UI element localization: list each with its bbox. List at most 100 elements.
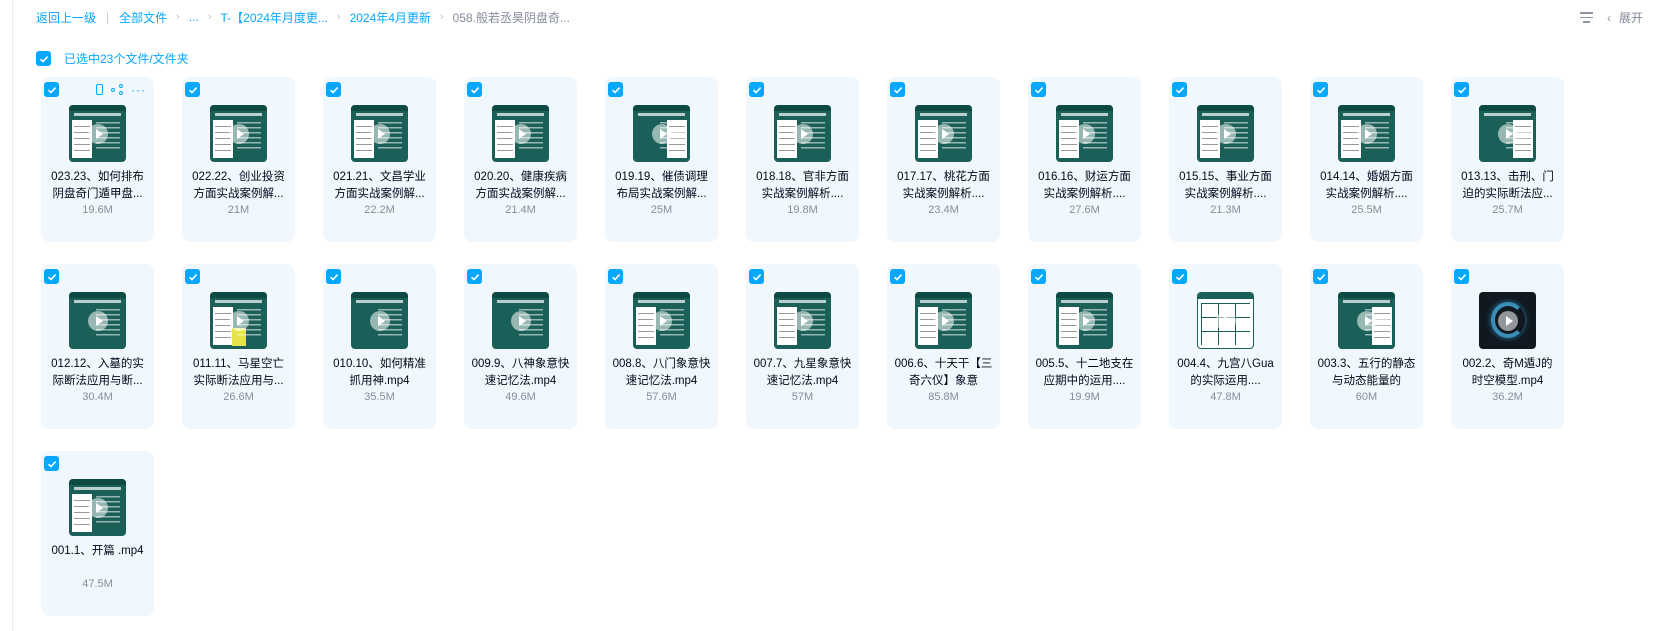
file-card[interactable]: 003.3、五行的静态与动态能量的 60M <box>1310 264 1423 429</box>
file-card[interactable]: 021.21、文昌学业方面实战案例解... 22.2M <box>323 77 436 242</box>
expand-button[interactable]: ‹ 展开 <box>1607 9 1643 26</box>
breadcrumb-level1[interactable]: T-【2024年月度更... <box>221 9 328 26</box>
file-card[interactable]: 001.1、开篇 .mp4 47.5M <box>41 451 154 616</box>
share-icon[interactable] <box>111 84 123 95</box>
check-icon <box>188 273 197 281</box>
file-checkbox[interactable] <box>1172 269 1187 284</box>
check-icon <box>47 273 56 281</box>
file-checkbox[interactable] <box>44 456 59 471</box>
file-card[interactable]: 007.7、九星象意快速记忆法.mp4 57M <box>746 264 859 429</box>
play-icon <box>87 497 108 518</box>
check-icon <box>329 86 338 94</box>
breadcrumb-ellipsis[interactable]: ... <box>189 10 199 24</box>
file-card[interactable]: 009.9、八神象意快速记忆法.mp4 49.6M <box>464 264 577 429</box>
breadcrumb: 返回上一级 | 全部文件 › ... › T-【2024年月度更... › 20… <box>36 9 1643 25</box>
thumb-header <box>492 292 549 298</box>
file-card[interactable]: 020.20、健康疾病方面实战案例解... 21.4M <box>464 77 577 242</box>
file-checkbox[interactable] <box>467 269 482 284</box>
file-checkbox[interactable] <box>1031 82 1046 97</box>
file-checkbox[interactable] <box>749 82 764 97</box>
file-card[interactable]: 005.5、十二地支在应期中的运用.... 19.9M <box>1028 264 1141 429</box>
file-checkbox[interactable] <box>326 82 341 97</box>
file-checkbox[interactable] <box>467 82 482 97</box>
file-size: 30.4M <box>82 391 113 403</box>
file-size: 26.6M <box>223 391 254 403</box>
check-icon <box>1034 273 1043 281</box>
file-size: 47.5M <box>82 578 113 590</box>
file-card[interactable]: 019.19、催债调理布局实战案例解... 25M <box>605 77 718 242</box>
video-thumbnail <box>915 292 972 349</box>
thumb-header <box>774 292 831 298</box>
file-checkbox[interactable] <box>1454 82 1469 97</box>
thumb-header <box>915 292 972 298</box>
breadcrumb-divider: | <box>106 10 110 24</box>
file-checkbox[interactable] <box>1454 269 1469 284</box>
thumb-title-line <box>1202 113 1249 116</box>
file-name: 011.11、马星空亡实际断法应用与... <box>193 358 284 387</box>
file-name: 014.14、婚姻方面实战案例解析.... <box>1320 171 1413 200</box>
file-card[interactable]: 011.11、马星空亡实际断法应用与... 26.6M <box>182 264 295 429</box>
file-checkbox[interactable] <box>890 82 905 97</box>
file-checkbox[interactable] <box>1172 82 1187 97</box>
check-icon <box>893 273 902 281</box>
file-card[interactable]: 016.16、财运方面实战案例解析.... 27.6M <box>1028 77 1141 242</box>
file-checkbox[interactable] <box>326 269 341 284</box>
select-all-checkbox[interactable] <box>36 51 51 66</box>
back-link[interactable]: 返回上一级 <box>36 9 96 26</box>
file-name: 018.18、官非方面实战案例解析.... <box>756 171 849 200</box>
more-icon[interactable]: ··· <box>131 84 146 96</box>
file-checkbox[interactable] <box>185 82 200 97</box>
file-size: 25M <box>650 204 673 216</box>
check-icon <box>1457 86 1466 94</box>
file-checkbox[interactable] <box>608 82 623 97</box>
video-thumbnail <box>351 292 408 349</box>
video-thumbnail <box>1197 105 1254 162</box>
file-card[interactable]: 014.14、婚姻方面实战案例解析.... 25.5M <box>1310 77 1423 242</box>
file-card[interactable]: 023.23、如何排布阴盘奇门遁甲盘... 19.6M ··· <box>41 77 154 242</box>
thumb-title-line <box>638 300 685 303</box>
file-name: 022.22、创业投资方面实战案例解... <box>192 171 285 200</box>
file-checkbox[interactable] <box>1313 82 1328 97</box>
file-checkbox[interactable] <box>1313 269 1328 284</box>
check-icon <box>188 86 197 94</box>
file-checkbox[interactable] <box>44 269 59 284</box>
file-card[interactable]: 018.18、官非方面实战案例解析.... 19.8M <box>746 77 859 242</box>
file-card[interactable]: 002.2、奇M遁J的时空模型.mp4 36.2M <box>1451 264 1564 429</box>
file-checkbox[interactable] <box>44 82 59 97</box>
thumb-title-line <box>1484 113 1531 116</box>
file-card[interactable]: 013.13、击刑、门迫的实际断法应... 25.7M <box>1451 77 1564 242</box>
thumb-title-line <box>215 300 262 303</box>
breadcrumb-root[interactable]: 全部文件 <box>119 9 167 26</box>
file-card[interactable]: 022.22、创业投资方面实战案例解... 21M <box>182 77 295 242</box>
video-thumbnail <box>1056 105 1113 162</box>
file-name: 015.15、事业方面实战案例解析.... <box>1179 171 1272 200</box>
check-icon <box>752 273 761 281</box>
thumb-title-line <box>497 300 544 303</box>
file-checkbox[interactable] <box>608 269 623 284</box>
file-name: 002.2、奇M遁J的时空模型.mp4 <box>1462 358 1553 387</box>
thumb-header <box>69 479 126 485</box>
file-card[interactable]: 008.8、八门象意快速记忆法.mp4 57.6M <box>605 264 718 429</box>
file-card[interactable]: 017.17、桃花方面实战案例解析.... 23.4M <box>887 77 1000 242</box>
phone-icon[interactable] <box>96 84 103 95</box>
play-icon <box>1074 123 1095 144</box>
file-name: 005.5、十二地支在应期中的运用.... <box>1035 358 1134 387</box>
file-name: 001.1、开篇 .mp4 <box>51 545 144 557</box>
file-card[interactable]: 012.12、入墓的实际断法应用与断... 30.4M <box>41 264 154 429</box>
check-icon <box>1175 86 1184 94</box>
file-checkbox[interactable] <box>890 269 905 284</box>
list-view-icon[interactable] <box>1579 12 1593 23</box>
thumb-header <box>915 105 972 111</box>
check-icon <box>1034 86 1043 94</box>
file-size: 19.8M <box>787 204 818 216</box>
play-icon <box>1497 123 1518 144</box>
breadcrumb-level2[interactable]: 2024年4月更新 <box>350 9 431 26</box>
file-card[interactable]: 006.6、十天干【三奇六仪】象意 85.8M <box>887 264 1000 429</box>
file-size: 19.9M <box>1069 391 1100 403</box>
file-checkbox[interactable] <box>1031 269 1046 284</box>
file-card[interactable]: 015.15、事业方面实战案例解析.... 21.3M <box>1169 77 1282 242</box>
file-checkbox[interactable] <box>749 269 764 284</box>
file-card[interactable]: 010.10、如何精准抓用神.mp4 35.5M <box>323 264 436 429</box>
file-checkbox[interactable] <box>185 269 200 284</box>
file-card[interactable]: 004.4、九宫八Gua的实际运用.... 47.8M <box>1169 264 1282 429</box>
